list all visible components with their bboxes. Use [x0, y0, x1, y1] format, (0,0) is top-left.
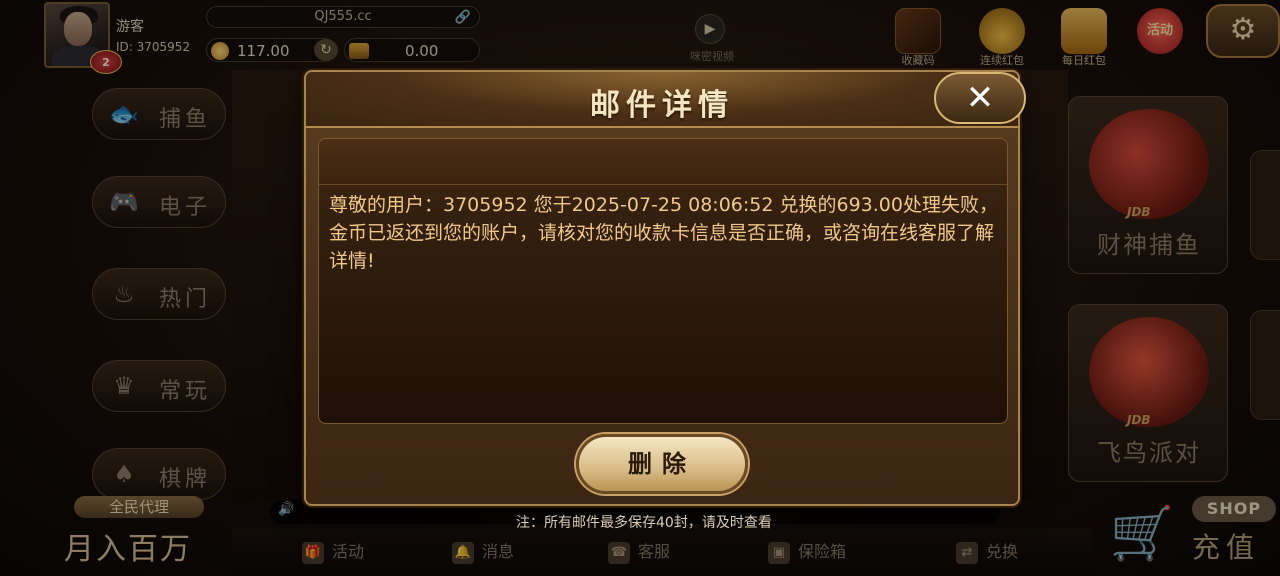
close-icon: ✕	[965, 78, 995, 118]
message-header-strip	[319, 139, 1007, 185]
mail-storage-note: 注：所有邮件最多保存40封，请及时查看	[516, 515, 772, 531]
message-panel: 尊敬的用户：3705952 您于2025-07-25 08:06:52 兑换的6…	[318, 138, 1008, 424]
lobby-screen: 2 游客 ID: 3705952 QJ555.cc 🔗 117.00 ↻ 0.0…	[0, 0, 1280, 576]
close-button[interactable]: ✕	[934, 72, 1026, 124]
dialog-title: 邮件详情	[590, 88, 734, 123]
mail-detail-dialog: 邮件详情 ✕ 尊敬的用户：3705952 您于2025-07-25 08:06:…	[304, 70, 1026, 506]
delete-button[interactable]: 删除	[576, 434, 748, 494]
dialog-header: 邮件详情	[306, 72, 1018, 128]
message-body: 尊敬的用户：3705952 您于2025-07-25 08:06:52 兑换的6…	[329, 194, 998, 272]
